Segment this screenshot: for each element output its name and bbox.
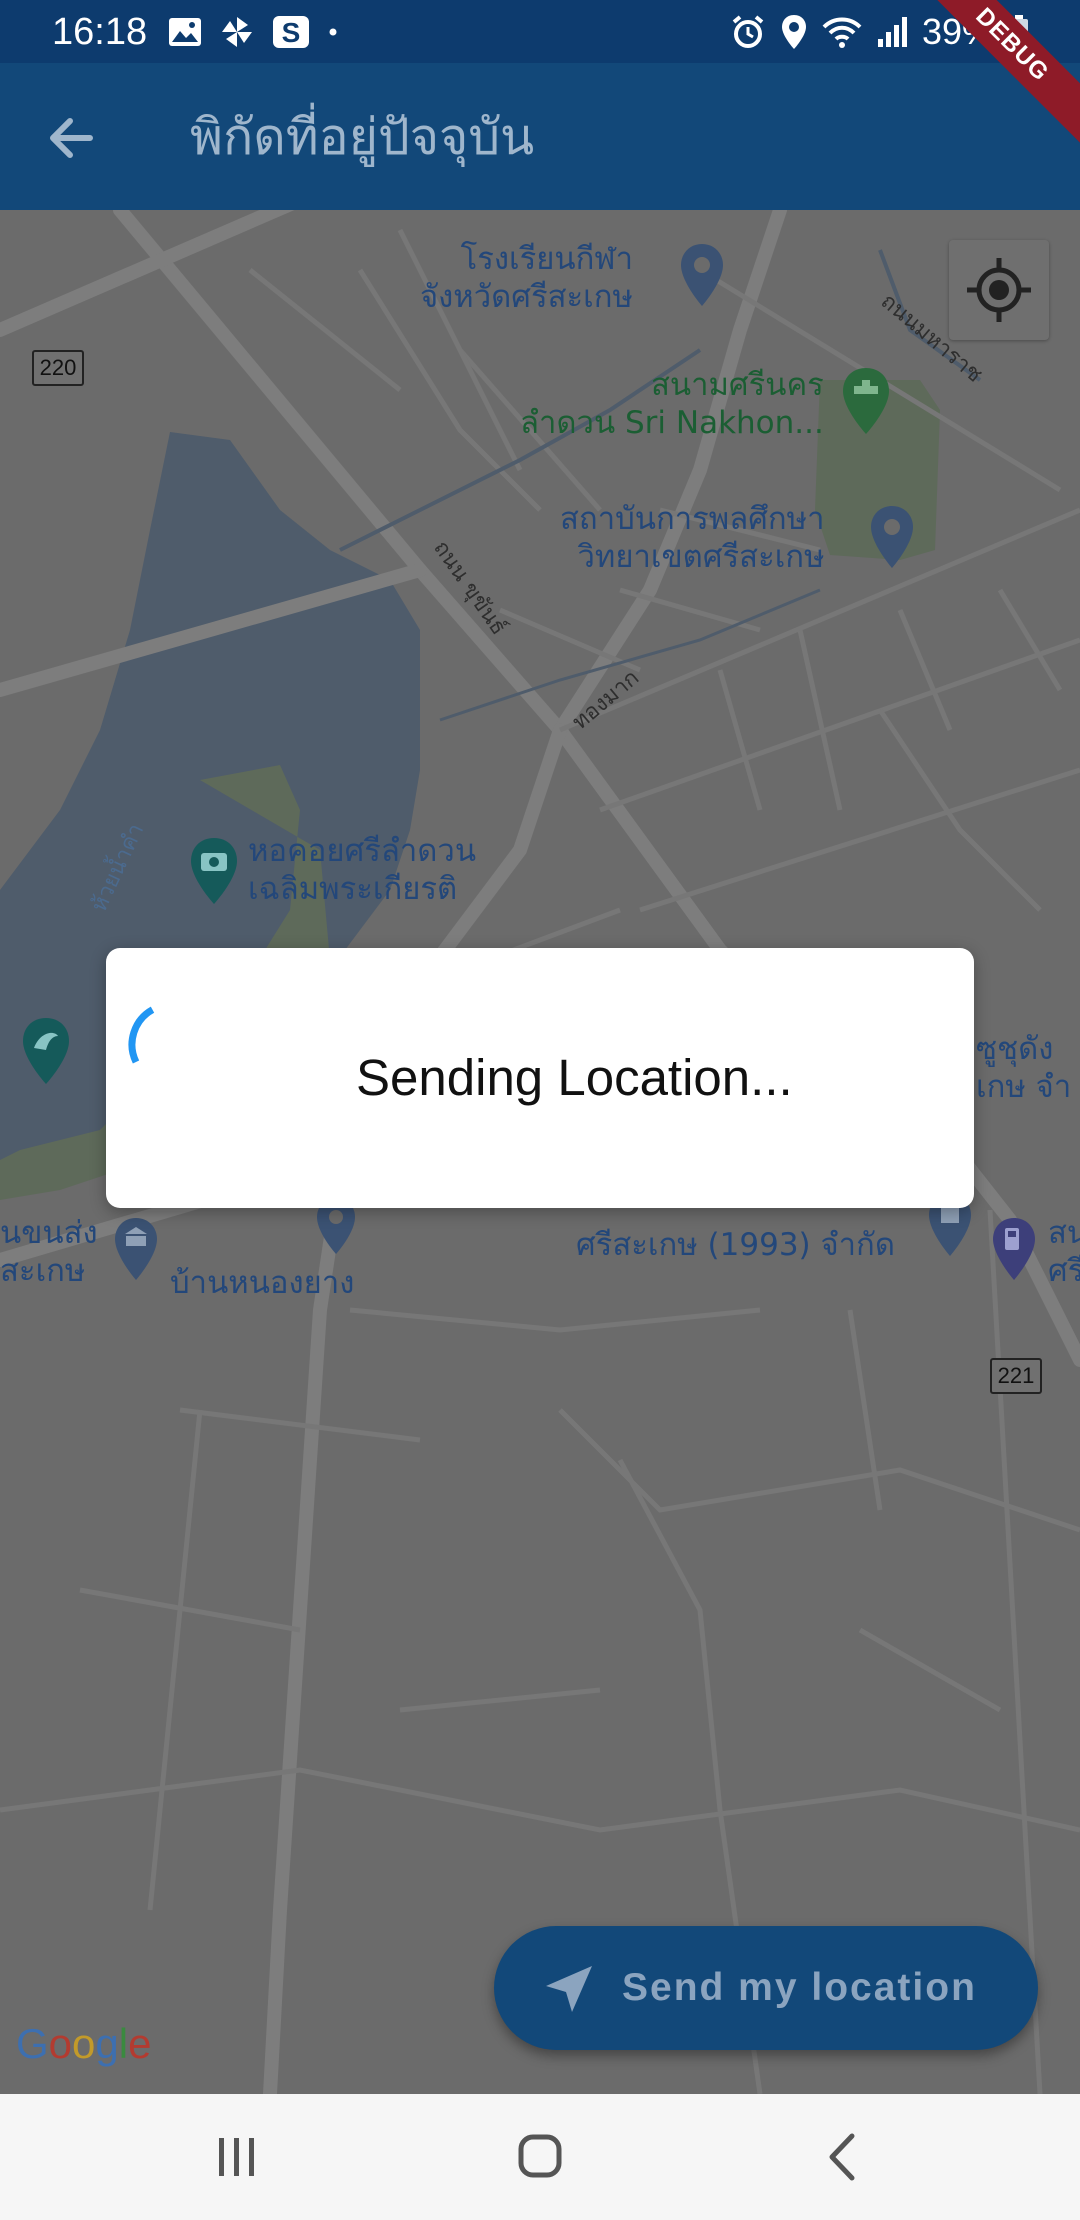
my-location-button[interactable] [949,240,1049,340]
dolphin-pin-icon[interactable] [20,1016,72,1086]
camera-pin-icon[interactable] [188,836,240,906]
place-label-east-bottom[interactable]: สน ศรี [1048,1214,1080,1290]
svg-text:S: S [282,17,301,48]
place-label-sports-school[interactable]: โรงเรียนกีฬา จังหวัดศรีสะเกษ [420,240,633,316]
app-bar: พิกัดที่อยู่ปัจจุบัน [0,63,1080,210]
google-letter: G [16,2020,49,2067]
home-icon[interactable] [490,2114,590,2200]
system-nav-bar [0,2094,1080,2220]
notification-icons: S [168,10,338,54]
sending-dialog: Sending Location... [106,948,974,1208]
google-letter: e [128,2020,152,2067]
place-label-east[interactable]: ซูชุดัง เกษ จำ [976,1030,1071,1106]
google-attribution: Google [16,2020,151,2068]
recents-icon[interactable] [186,2114,286,2200]
send-location-button[interactable]: Send my location [494,1926,1038,2050]
institute-pin-icon[interactable] [868,504,916,570]
dot-icon [329,28,337,36]
signal-icon [877,17,907,47]
s-app-icon: S [273,16,309,48]
gas-station-pin-icon[interactable] [990,1216,1038,1282]
highway-shield-221: 221 [990,1358,1042,1394]
place-label-company[interactable]: ศรีสะเกษ (1993) จำกัด [576,1226,895,1264]
location-icon [781,15,806,49]
navigation-arrow-icon [546,1966,592,2012]
highway-shield-220: 220 [32,350,84,386]
pinwheel-icon [222,17,252,47]
place-label-ban-nong-yang[interactable]: บ้านหนองยาง [170,1264,354,1302]
wifi-icon [822,17,862,48]
google-letter: l [118,2020,129,2067]
museum-pin-icon[interactable] [112,1216,160,1282]
loading-spinner [128,1006,155,1064]
place-label-stadium[interactable]: สนามศรีนคร ลำดวน Sri Nakhon... [520,366,824,442]
place-label-institute[interactable]: สถาบันการพลศึกษา วิทยาเขตศรีสะเกษ [560,500,825,576]
page-title: พิกัดที่อยู่ปัจจุบัน [190,108,535,166]
back-icon[interactable] [792,2114,892,2200]
alarm-icon [732,15,764,48]
google-letter: o [48,2020,73,2067]
map-pin-icon[interactable] [678,242,726,308]
place-label-transport[interactable]: นขนส่ง สะเกษ [0,1214,98,1290]
status-time: 16:18 [52,11,148,53]
place-label-tower[interactable]: หอคอยศรีลำดวน เฉลิมพระเกียรติ [248,832,476,908]
my-location-icon [967,258,1031,322]
google-letter: o [72,2020,96,2067]
google-letter: g [95,2020,119,2067]
status-bar: 16:18 S 39% [0,0,1080,63]
stadium-pin-icon[interactable] [840,366,892,436]
image-icon [169,18,201,46]
dialog-message: Sending Location... [356,1049,793,1106]
send-location-label: Send my location [622,1966,977,2009]
arrow-back-icon[interactable] [40,103,110,173]
spinner-arc [128,1006,155,1064]
